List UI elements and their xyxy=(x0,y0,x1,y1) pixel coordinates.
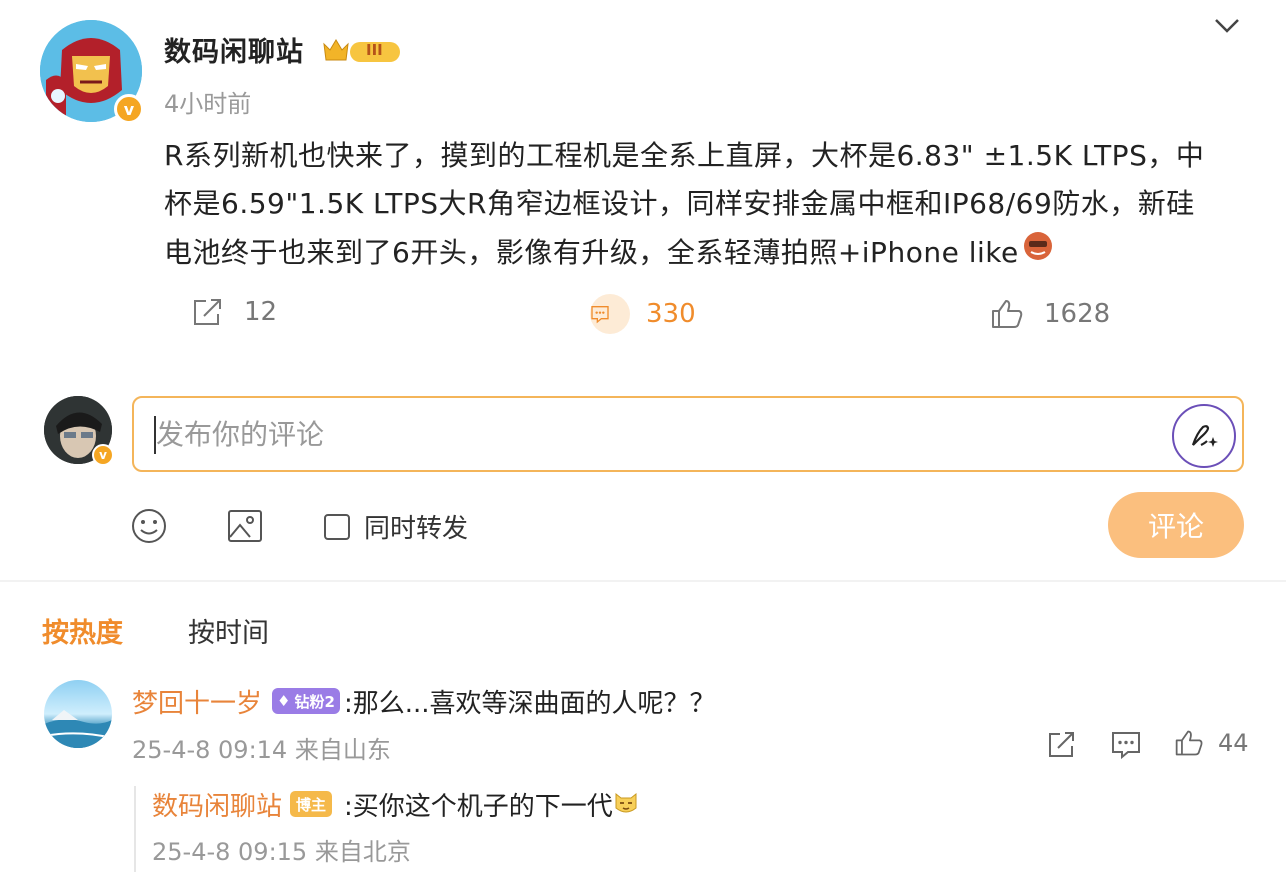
commenter-name[interactable]: 梦回十一岁 xyxy=(132,683,262,720)
tab-sort-hot[interactable]: 按热度 xyxy=(42,611,123,650)
commenter-avatar[interactable] xyxy=(44,680,112,748)
thumbs-up-icon xyxy=(992,300,1023,328)
repost-count: 12 xyxy=(244,297,278,327)
reply-thread-line xyxy=(134,786,136,872)
section-divider xyxy=(0,580,1286,582)
post-line: R系列新机也快来了，摸到的工程机是全系上直屏，大杯是6.83" ±1.5K LT… xyxy=(164,139,1205,172)
verified-badge: v xyxy=(114,94,144,124)
text-caret xyxy=(154,416,156,454)
comment-icon[interactable] xyxy=(1110,730,1142,760)
image-icon[interactable] xyxy=(226,507,264,545)
comment-icon xyxy=(590,294,630,334)
post-body: R系列新机也快来了，摸到的工程机是全系上直屏，大杯是6.83" ±1.5K LT… xyxy=(164,132,1234,277)
level-crown-badge: III xyxy=(322,36,402,66)
submit-comment-button[interactable]: 评论 xyxy=(1108,492,1244,558)
reply-text: :买你这个机子的下一代 xyxy=(344,792,613,822)
comment-count: 330 xyxy=(646,299,696,329)
tab-sort-time[interactable]: 按时间 xyxy=(188,611,269,650)
current-user-verified-badge: v xyxy=(92,444,114,466)
comment-composer xyxy=(132,396,1244,472)
diamond-icon: ♦ xyxy=(277,692,291,710)
comment-like-button[interactable]: 44 xyxy=(1174,728,1249,758)
emoji-icon xyxy=(1021,228,1055,277)
post-line: 电池终于也来到了6开头，影像有升级，全系轻薄拍照+iPhone like xyxy=(164,228,1234,277)
cat-emoji-icon xyxy=(612,788,640,816)
comment-text: :那么...喜欢等深曲面的人呢？？ xyxy=(344,689,716,719)
fan-level-badge: ♦ 钻粉2 xyxy=(272,688,340,714)
smiley-icon[interactable] xyxy=(130,507,168,545)
reply-meta: 25-4-8 09:15 来自北京 xyxy=(152,838,411,866)
thumbs-up-icon xyxy=(1175,730,1203,756)
level-text: III xyxy=(366,41,383,59)
sync-repost-checkbox[interactable] xyxy=(324,513,350,540)
comment-meta: 25-4-8 09:14 来自山东 xyxy=(132,736,391,764)
fan-level-text: 钻粉2 xyxy=(294,692,335,711)
post-line: 杯是6.59"1.5K LTPS大R角窄边框设计，同样安排金属中框和IP68/6… xyxy=(164,187,1195,220)
pen-sparkle-icon[interactable] xyxy=(1172,404,1236,468)
like-button[interactable]: 1628 xyxy=(990,298,1110,330)
comment-button[interactable]: 330 xyxy=(590,294,696,334)
sync-repost-label: 同时转发 xyxy=(364,514,469,544)
author-badge: 博主 xyxy=(290,791,332,817)
comment-input[interactable] xyxy=(156,414,1136,454)
reply-author-name[interactable]: 数码闲聊站 xyxy=(152,786,282,823)
share-icon xyxy=(194,299,221,325)
chevron-down-icon[interactable] xyxy=(1212,14,1242,38)
sync-repost-option[interactable]: 同时转发 xyxy=(324,508,468,545)
share-icon[interactable] xyxy=(1046,730,1076,760)
comment-like-count: 44 xyxy=(1218,729,1249,757)
post-time: 4小时前 xyxy=(164,90,252,118)
repost-button[interactable]: 12 xyxy=(190,296,277,328)
post-line-text: 电池终于也来到了6开头，影像有升级，全系轻薄拍照+iPhone like xyxy=(164,235,1019,269)
author-name[interactable]: 数码闲聊站 xyxy=(164,30,304,69)
like-count: 1628 xyxy=(1044,299,1111,329)
